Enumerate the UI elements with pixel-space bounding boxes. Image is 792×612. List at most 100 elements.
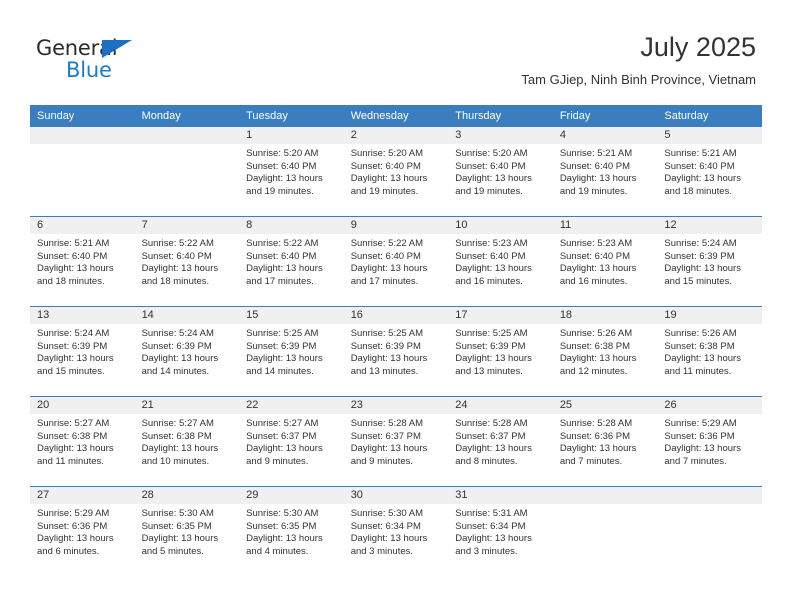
calendar-cell-empty <box>134 127 240 217</box>
day-sunset-text: Sunset: 6:39 PM <box>664 250 735 262</box>
day-daylight2-text: and 18 minutes. <box>37 275 105 287</box>
calendar-day-cell[interactable]: 1 Sunrise: 5:20 AM Sunset: 6:40 PM Daylight… <box>239 127 344 217</box>
day-number <box>657 487 762 504</box>
calendar-day-cell[interactable]: 14 Sunrise: 5:24 AM Sunset: 6:39 PM Dayligh… <box>134 306 240 397</box>
calendar-day-cell[interactable]: 18 Sunrise: 5:26 AM Sunset: 6:38 PM Dayligh… <box>552 306 658 397</box>
calendar-day-cell[interactable]: 3 Sunrise: 5:20 AM Sunset: 6:40 PM Daylight… <box>448 127 553 217</box>
general-blue-logo[interactable]: General Blue <box>36 36 196 88</box>
calendar-day-cell[interactable]: 10 Sunrise: 5:23 AM Sunset: 6:40 PM Dayligh… <box>448 216 553 307</box>
calendar-day-cell[interactable]: 30 Sunrise: 5:30 AM Sunset: 6:34 PM Dayligh… <box>343 486 449 576</box>
day-sunrise-text: Sunrise: 5:29 AM <box>664 418 737 429</box>
day-sunset-text: Sunset: 6:38 PM <box>141 430 212 442</box>
calendar-day-cell[interactable]: 25 Sunrise: 5:28 AM Sunset: 6:36 PM Dayligh… <box>552 396 658 487</box>
day-daylight2-text: and 11 minutes. <box>37 455 104 467</box>
calendar-day-cell[interactable]: 21 Sunrise: 5:27 AM Sunset: 6:38 PM Dayligh… <box>134 396 240 487</box>
day-details: Sunrise: 5:28 AM Sunset: 6:37 PM Daylight:… <box>448 414 553 468</box>
day-cell-inner: 19 Sunrise: 5:26 AM Sunset: 6:38 PM Dayligh… <box>657 307 762 396</box>
day-number <box>552 487 658 504</box>
calendar-day-cell[interactable]: 31 Sunrise: 5:31 AM Sunset: 6:34 PM Dayligh… <box>448 486 553 576</box>
calendar-day-cell[interactable]: 5 Sunrise: 5:21 AM Sunset: 6:40 PM Daylight… <box>657 127 762 217</box>
day-daylight1-text: Daylight: 13 hours <box>246 533 323 545</box>
calendar-day-cell[interactable]: 19 Sunrise: 5:26 AM Sunset: 6:38 PM Dayligh… <box>657 306 762 397</box>
day-cell-inner: 1 Sunrise: 5:20 AM Sunset: 6:40 PM Daylight… <box>239 127 344 216</box>
calendar-week-row: 20 Sunrise: 5:27 AM Sunset: 6:38 PM Dayligh… <box>30 396 762 487</box>
logo-triangle-icon <box>102 40 132 58</box>
calendar-day-cell[interactable]: 24 Sunrise: 5:28 AM Sunset: 6:37 PM Dayligh… <box>448 396 553 487</box>
day-sunrise-text: Sunrise: 5:30 AM <box>350 508 424 519</box>
day-details: Sunrise: 5:27 AM Sunset: 6:37 PM Daylight:… <box>239 414 344 468</box>
day-cell-inner: 17 Sunrise: 5:25 AM Sunset: 6:39 PM Dayligh… <box>448 307 553 396</box>
day-number: 31 <box>448 487 553 504</box>
day-sunrise-text: Sunrise: 5:25 AM <box>350 328 424 339</box>
calendar-day-cell[interactable]: 26 Sunrise: 5:29 AM Sunset: 6:36 PM Dayligh… <box>657 396 762 487</box>
weekday-header-thursday: Thursday <box>448 105 553 127</box>
calendar-day-cell[interactable]: 6 Sunrise: 5:21 AM Sunset: 6:40 PM Daylight… <box>30 216 135 307</box>
day-details: Sunrise: 5:27 AM Sunset: 6:38 PM Daylight:… <box>30 414 135 468</box>
day-sunset-text: Sunset: 6:39 PM <box>350 340 421 352</box>
day-daylight2-text: and 19 minutes. <box>246 185 314 197</box>
calendar-day-cell[interactable]: 17 Sunrise: 5:25 AM Sunset: 6:39 PM Dayligh… <box>448 306 553 397</box>
day-number: 8 <box>239 217 344 234</box>
day-daylight1-text: Daylight: 13 hours <box>664 263 741 275</box>
calendar-day-cell[interactable]: 8 Sunrise: 5:22 AM Sunset: 6:40 PM Daylight… <box>239 216 344 307</box>
day-sunrise-text: Sunrise: 5:23 AM <box>455 238 528 249</box>
day-daylight2-text: and 16 minutes. <box>559 275 628 287</box>
calendar-day-cell[interactable]: 12 Sunrise: 5:24 AM Sunset: 6:39 PM Dayligh… <box>657 216 762 307</box>
day-daylight2-text: and 3 minutes. <box>455 545 518 557</box>
day-cell-inner: 24 Sunrise: 5:28 AM Sunset: 6:37 PM Dayligh… <box>448 397 553 486</box>
day-number: 26 <box>657 397 762 414</box>
day-sunrise-text: Sunrise: 5:26 AM <box>664 328 737 339</box>
day-cell-inner: 21 Sunrise: 5:27 AM Sunset: 6:38 PM Dayligh… <box>134 397 240 486</box>
calendar-day-cell[interactable]: 27 Sunrise: 5:29 AM Sunset: 6:36 PM Dayligh… <box>30 486 135 576</box>
day-sunrise-text: Sunrise: 5:29 AM <box>37 508 110 519</box>
day-cell-inner: 11 Sunrise: 5:23 AM Sunset: 6:40 PM Dayligh… <box>552 217 658 306</box>
calendar-day-cell[interactable]: 22 Sunrise: 5:27 AM Sunset: 6:37 PM Dayligh… <box>239 396 344 487</box>
day-sunrise-text: Sunrise: 5:22 AM <box>350 238 424 249</box>
calendar-body: 1 Sunrise: 5:20 AM Sunset: 6:40 PM Daylight… <box>30 127 762 576</box>
day-cell-inner: 9 Sunrise: 5:22 AM Sunset: 6:40 PM Daylight… <box>343 217 449 306</box>
calendar-day-cell[interactable]: 28 Sunrise: 5:30 AM Sunset: 6:35 PM Dayligh… <box>134 486 240 576</box>
weekday-header-saturday: Saturday <box>657 105 762 127</box>
day-sunrise-text: Sunrise: 5:28 AM <box>350 418 424 429</box>
weekday-header-sunday: Sunday <box>30 105 135 127</box>
day-details: Sunrise: 5:23 AM Sunset: 6:40 PM Daylight:… <box>448 234 553 288</box>
calendar-day-cell[interactable]: 4 Sunrise: 5:21 AM Sunset: 6:40 PM Daylight… <box>552 127 658 217</box>
day-sunrise-text: Sunrise: 5:30 AM <box>246 508 319 519</box>
day-details <box>30 144 135 148</box>
day-cell-inner <box>134 127 240 216</box>
day-sunset-text: Sunset: 6:40 PM <box>37 250 108 262</box>
day-sunrise-text: Sunrise: 5:20 AM <box>350 148 424 159</box>
page-subtitle: Tam GJiep, Ninh Binh Province, Vietnam <box>521 72 756 87</box>
day-daylight2-text: and 13 minutes. <box>455 365 523 377</box>
day-daylight2-text: and 15 minutes. <box>37 365 105 377</box>
day-details: Sunrise: 5:22 AM Sunset: 6:40 PM Daylight:… <box>239 234 344 288</box>
day-daylight2-text: and 14 minutes. <box>246 365 314 377</box>
calendar-day-cell[interactable]: 29 Sunrise: 5:30 AM Sunset: 6:35 PM Dayligh… <box>239 486 344 576</box>
day-sunset-text: Sunset: 6:36 PM <box>664 430 735 442</box>
day-sunset-text: Sunset: 6:40 PM <box>455 250 526 262</box>
day-cell-inner: 31 Sunrise: 5:31 AM Sunset: 6:34 PM Dayligh… <box>448 487 553 576</box>
day-daylight1-text: Daylight: 13 hours <box>664 443 741 455</box>
day-sunrise-text: Sunrise: 5:24 AM <box>37 328 110 339</box>
calendar-day-cell[interactable]: 11 Sunrise: 5:23 AM Sunset: 6:40 PM Dayligh… <box>552 216 658 307</box>
calendar-day-cell[interactable]: 2 Sunrise: 5:20 AM Sunset: 6:40 PM Daylight… <box>343 127 449 217</box>
day-sunset-text: Sunset: 6:37 PM <box>246 430 317 442</box>
calendar-day-cell[interactable]: 16 Sunrise: 5:25 AM Sunset: 6:39 PM Dayligh… <box>343 306 449 397</box>
day-cell-inner <box>30 127 135 216</box>
day-details: Sunrise: 5:20 AM Sunset: 6:40 PM Daylight:… <box>344 144 449 198</box>
day-number: 10 <box>448 217 553 234</box>
day-sunrise-text: Sunrise: 5:25 AM <box>246 328 319 339</box>
day-daylight2-text: and 3 minutes. <box>350 545 414 557</box>
calendar-day-cell[interactable]: 23 Sunrise: 5:28 AM Sunset: 6:37 PM Dayligh… <box>343 396 449 487</box>
day-sunset-text: Sunset: 6:38 PM <box>37 430 108 442</box>
day-cell-inner: 14 Sunrise: 5:24 AM Sunset: 6:39 PM Dayligh… <box>134 307 240 396</box>
calendar-day-cell[interactable]: 15 Sunrise: 5:25 AM Sunset: 6:39 PM Dayligh… <box>239 306 344 397</box>
calendar-day-cell[interactable]: 7 Sunrise: 5:22 AM Sunset: 6:40 PM Daylight… <box>134 216 240 307</box>
calendar-day-cell[interactable]: 9 Sunrise: 5:22 AM Sunset: 6:40 PM Daylight… <box>343 216 449 307</box>
day-sunset-text: Sunset: 6:35 PM <box>246 520 317 532</box>
day-cell-inner: 15 Sunrise: 5:25 AM Sunset: 6:39 PM Dayligh… <box>239 307 344 396</box>
calendar-day-cell[interactable]: 13 Sunrise: 5:24 AM Sunset: 6:39 PM Dayligh… <box>30 306 135 397</box>
calendar-day-cell[interactable]: 20 Sunrise: 5:27 AM Sunset: 6:38 PM Dayligh… <box>30 396 135 487</box>
day-sunset-text: Sunset: 6:40 PM <box>141 250 212 262</box>
day-cell-inner: 20 Sunrise: 5:27 AM Sunset: 6:38 PM Dayligh… <box>30 397 135 486</box>
